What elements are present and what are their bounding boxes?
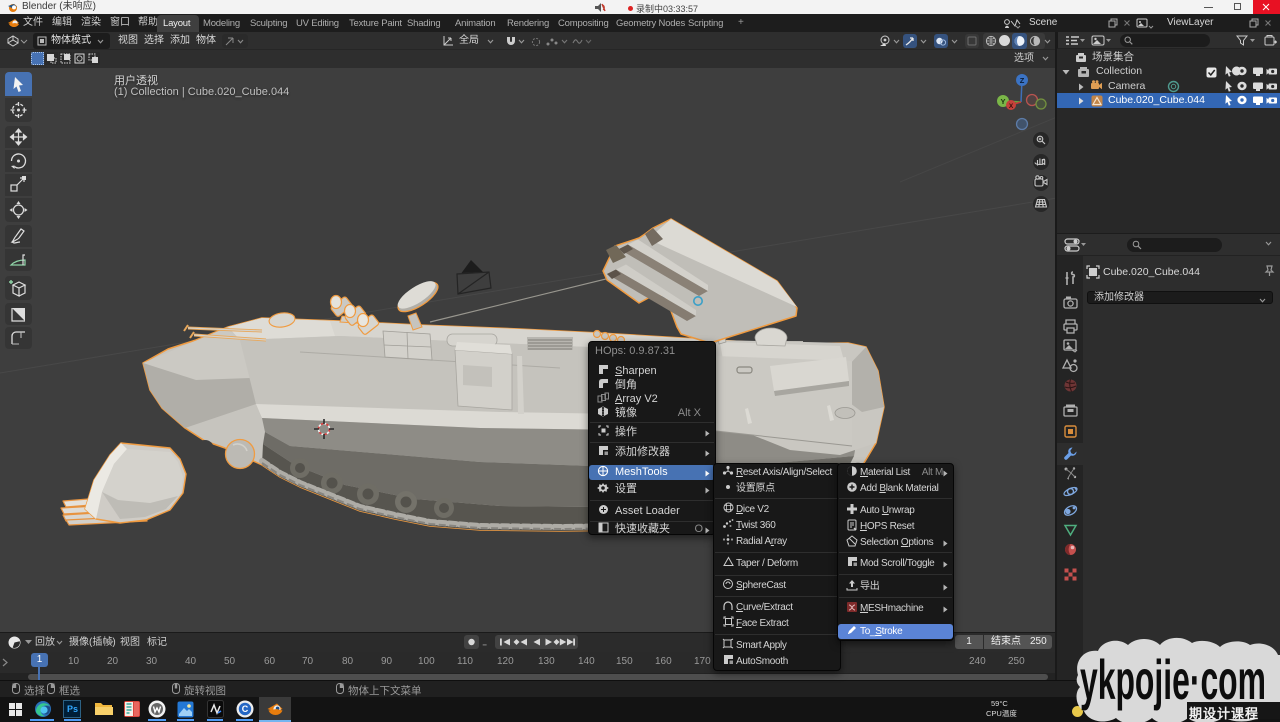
svg-text:Y: Y	[1000, 97, 1005, 106]
svg-text:C: C	[242, 704, 249, 714]
svg-text:X: X	[1009, 103, 1014, 110]
svg-text:Z: Z	[1020, 76, 1025, 85]
